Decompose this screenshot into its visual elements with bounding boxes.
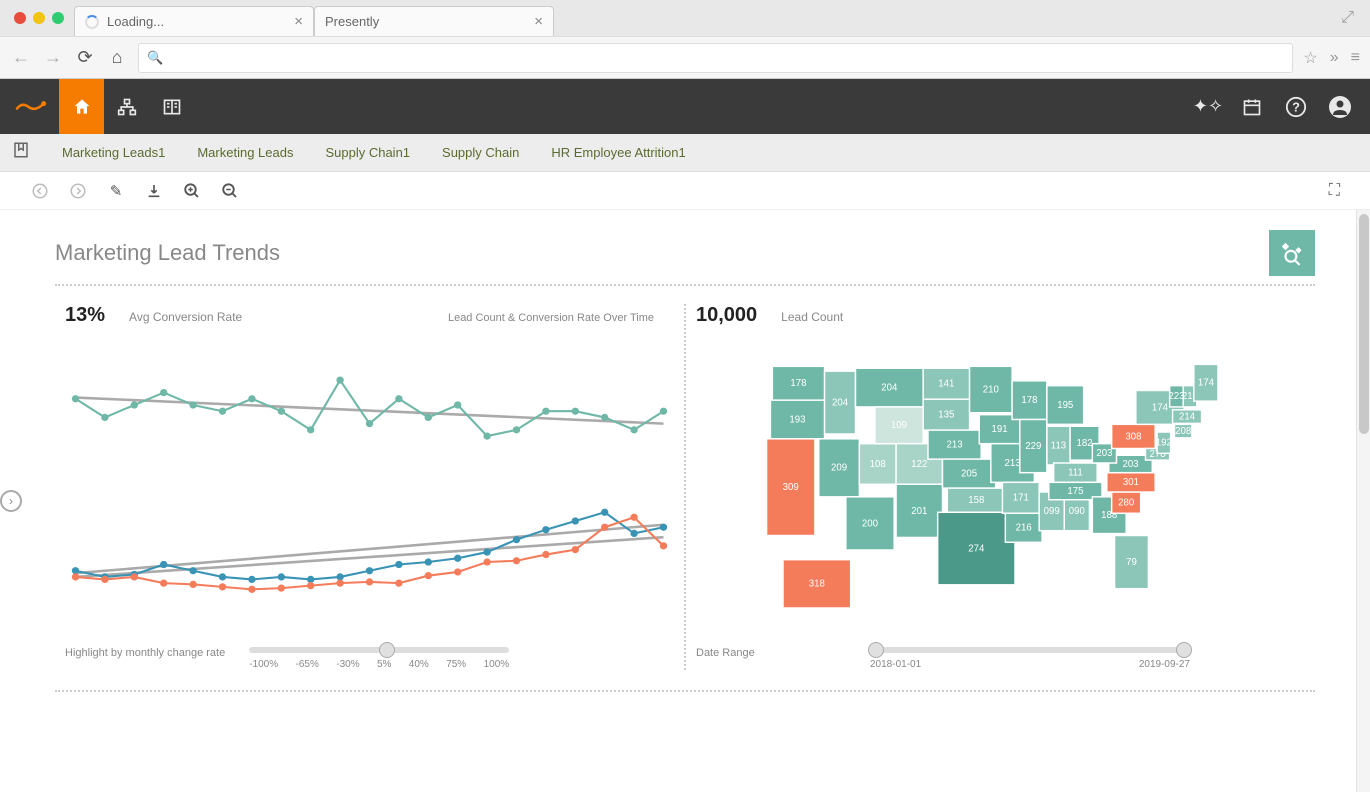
- tab-marketing-leads[interactable]: Marketing Leads: [197, 145, 293, 160]
- calendar-icon[interactable]: [1240, 95, 1264, 119]
- tab-title: Presently: [325, 14, 526, 29]
- edit-button[interactable]: ✎: [106, 182, 126, 200]
- loading-spinner-icon: [85, 15, 99, 29]
- conversion-metric-label: Avg Conversion Rate: [129, 310, 242, 324]
- prev-button[interactable]: [30, 182, 50, 200]
- change-rate-slider[interactable]: -100%-65%-30%5%40%75%100%: [249, 647, 674, 670]
- browser-chrome: Loading... × Presently × ⤢ ← → ⟳ ⌂ 🔍 ☆ »…: [0, 0, 1370, 79]
- main-content: › Marketing Lead Trends 13% Avg Conversi…: [0, 210, 1370, 792]
- more-icon[interactable]: »: [1330, 49, 1339, 67]
- svg-text:?: ?: [1292, 99, 1300, 114]
- divider: [55, 690, 1315, 692]
- favorite-icon[interactable]: ☆: [1303, 48, 1317, 68]
- chart-subtitle: Lead Count & Conversion Rate Over Time: [448, 312, 674, 324]
- us-map-chart[interactable]: 1781933092042091082002041091222011411352…: [696, 347, 1305, 637]
- maximize-window-icon[interactable]: [52, 12, 64, 24]
- catalog-icon[interactable]: [149, 79, 194, 134]
- zoom-in-button[interactable]: [182, 182, 202, 200]
- forward-button[interactable]: →: [42, 47, 64, 69]
- close-icon[interactable]: ×: [294, 13, 303, 30]
- minimize-window-icon[interactable]: [33, 12, 45, 24]
- menu-icon[interactable]: ≡: [1351, 49, 1360, 67]
- tab-supply-chain-1[interactable]: Supply Chain1: [325, 145, 410, 160]
- date-start: 2018-01-01: [870, 659, 921, 670]
- tab-hr-attrition[interactable]: HR Employee Attrition1: [551, 145, 685, 160]
- user-icon[interactable]: [1328, 95, 1352, 119]
- tab-title: Loading...: [107, 14, 286, 29]
- search-icon: 🔍: [147, 50, 163, 66]
- conversion-panel: 13% Avg Conversion Rate Lead Count & Con…: [55, 304, 686, 670]
- conversion-metric: 13%: [65, 304, 105, 327]
- app-header: ✦✧ ?: [0, 79, 1370, 134]
- lead-count-panel: 10,000 Lead Count 1781933092042091082002…: [686, 304, 1315, 670]
- brand-logo-icon[interactable]: [4, 79, 59, 134]
- sparkle-icon[interactable]: ✦✧: [1196, 95, 1220, 119]
- home-button[interactable]: ⌂: [106, 47, 128, 69]
- fullscreen-button[interactable]: ⛶: [1329, 182, 1340, 200]
- sitemap-icon[interactable]: [104, 79, 149, 134]
- close-window-icon[interactable]: [14, 12, 26, 24]
- browser-tab-presently[interactable]: Presently ×: [314, 6, 554, 36]
- trend-chart[interactable]: [65, 347, 674, 637]
- help-icon[interactable]: ?: [1284, 95, 1308, 119]
- home-button[interactable]: [59, 79, 104, 134]
- date-range-slider[interactable]: 2018-01-01 2019-09-27: [870, 647, 1305, 670]
- zoom-out-button[interactable]: [220, 182, 240, 200]
- back-button[interactable]: ←: [10, 47, 32, 69]
- bookmark-icon[interactable]: [12, 141, 30, 164]
- expand-icon[interactable]: ⤢: [1341, 9, 1362, 27]
- tab-marketing-leads-1[interactable]: Marketing Leads1: [62, 145, 165, 160]
- reload-button[interactable]: ⟳: [74, 47, 96, 69]
- date-end: 2019-09-27: [1139, 659, 1190, 670]
- tab-strip: Loading... × Presently × ⤢: [0, 0, 1370, 36]
- slider-label: Highlight by monthly change rate: [65, 647, 225, 659]
- lead-count-label: Lead Count: [781, 310, 843, 324]
- insights-button[interactable]: [1269, 230, 1315, 276]
- window-controls[interactable]: [8, 12, 74, 24]
- close-icon[interactable]: ×: [534, 13, 543, 30]
- date-range-label: Date Range: [696, 647, 846, 659]
- browser-tab-loading[interactable]: Loading... ×: [74, 6, 314, 36]
- toolbar: ✎ ⛶: [0, 172, 1370, 210]
- next-button[interactable]: [68, 182, 88, 200]
- address-bar: ← → ⟳ ⌂ 🔍 ☆ » ≡: [0, 36, 1370, 78]
- lead-count-metric: 10,000: [696, 304, 757, 327]
- scrollbar[interactable]: [1356, 210, 1370, 792]
- download-button[interactable]: [144, 183, 164, 199]
- expand-panel-button[interactable]: ›: [0, 490, 22, 512]
- url-input[interactable]: 🔍: [138, 43, 1293, 73]
- page-title: Marketing Lead Trends: [55, 240, 280, 266]
- divider: [55, 284, 1315, 286]
- nav-tabs: Marketing Leads1 Marketing Leads Supply …: [0, 134, 1370, 172]
- tab-supply-chain[interactable]: Supply Chain: [442, 145, 519, 160]
